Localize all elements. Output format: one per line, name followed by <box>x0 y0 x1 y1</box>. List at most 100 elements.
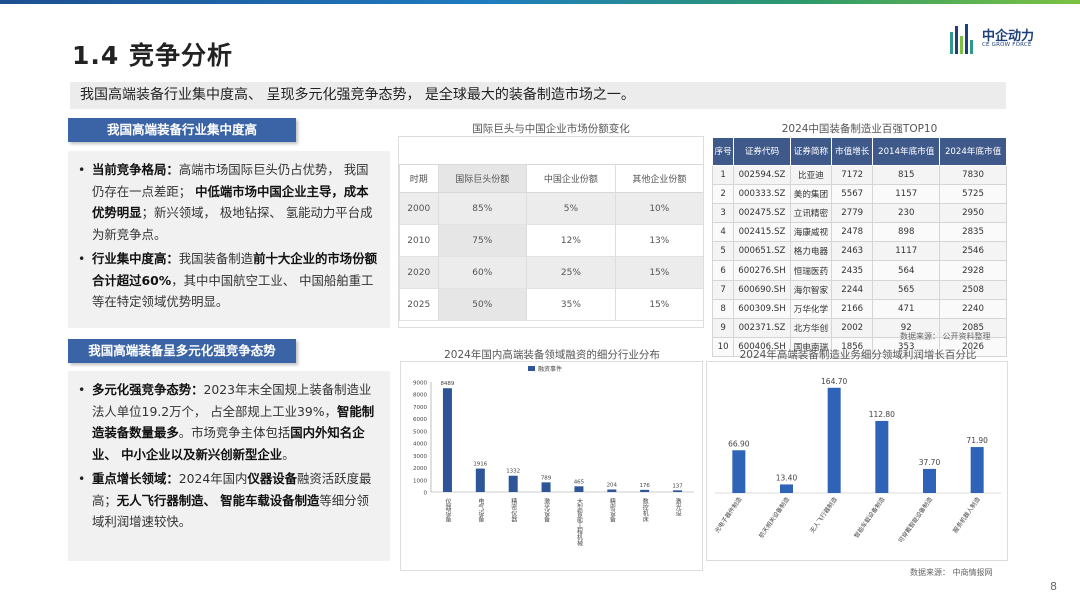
chart2-source: 数据来源： 中商情报网 <box>910 568 993 577</box>
data-label: 1916 <box>473 462 487 468</box>
bar <box>607 489 617 492</box>
table-header-cell: 2024年底市值 <box>939 137 1007 166</box>
data-label: 8489 <box>440 381 454 387</box>
table-header-cell: 2014年底市值 <box>872 137 941 166</box>
table-header-cell: 其他企业份额 <box>614 164 703 193</box>
chart1-frame: 0 1000 2000 3000 4000 5000 6000 7000 8000 9000 融资事… <box>400 361 703 571</box>
y-tick-label: 6000 <box>413 417 427 423</box>
x-tick-label: 精密设备 <box>608 497 615 523</box>
table-cell: 002415.SZ <box>733 222 791 243</box>
section-box-diversified: 多元化强竞争态势：2023年末全国规上装备制造业法人单位19.2万个， 占全部规… <box>68 371 390 561</box>
bullet-label: 当前竞争格局： <box>92 162 179 177</box>
bar <box>780 484 793 493</box>
table-cell: 7 <box>711 279 735 300</box>
table-cell: 2000 <box>399 192 438 225</box>
bar <box>875 420 889 493</box>
table-header-cell: 证券简称 <box>789 137 833 166</box>
x-tick-label: 光电子器件制造 <box>713 496 744 535</box>
table-cell: 50% <box>437 288 527 321</box>
table-cell: 565 <box>872 279 941 300</box>
company-logo: 中企动力 CE GROW FORCE <box>950 22 1045 58</box>
bar <box>640 489 650 492</box>
section-tag-concentration: 我国高端装备行业集中度高 <box>68 118 296 142</box>
table-header-cell: 市值增长 <box>831 137 874 166</box>
top10-table-title: 2024中国装备制造业百强TOP10 <box>781 123 938 135</box>
table-row: 5 000651.SZ 格力电器 2463 1117 2546 <box>711 241 1007 262</box>
table-cell: 万华化学 <box>789 298 833 319</box>
y-tick-label: 0 <box>424 491 428 497</box>
x-tick-label: 激光设 <box>674 497 681 517</box>
table-cell: 海康威视 <box>789 222 833 243</box>
y-tick-label: 7000 <box>413 405 427 411</box>
table-cell: 2244 <box>831 279 874 300</box>
x-tick-label: 电气设备 <box>477 497 484 523</box>
table-header-cell: 中国企业份额 <box>526 164 616 193</box>
bar <box>508 475 518 492</box>
table-row: 7 600690.SH 海尔智家 2244 565 2508 <box>711 279 1007 300</box>
y-tick-label: 1000 <box>413 478 427 484</box>
table-cell: 002371.SZ <box>733 317 791 338</box>
table-cell: 9 <box>711 317 735 338</box>
table-cell: 美的集团 <box>789 184 833 205</box>
bullet-text: 。 <box>282 446 295 462</box>
bullet-highlight: 无人飞行器制造、 智能车载设备制造 <box>116 492 320 508</box>
table-header-cell: 证券代码 <box>733 137 791 166</box>
table-row: 2020 60% 25% 15% <box>399 256 703 289</box>
data-label: 204 <box>607 483 618 489</box>
table-cell: 471 <box>872 298 941 319</box>
x-tick-label: 仪器设备 <box>444 498 451 523</box>
x-tick-label: 服务机器人制造 <box>951 496 982 535</box>
table-cell: 15% <box>614 256 703 289</box>
table-cell: 2166 <box>831 298 874 319</box>
logo-subtitle: CE GROW FORCE <box>982 42 1032 48</box>
table-header-cell: 时期 <box>399 164 438 193</box>
table-cell: 600309.SH <box>733 298 791 319</box>
table-row: 4 002415.SZ 海康威视 2478 898 2835 <box>711 222 1007 243</box>
bullet-concentration: 行业集中度高：我国装备制造前十大企业的市场份额合计超过60%，其中中国航空工业、… <box>76 248 380 313</box>
profit-growth-bar-chart: 66.90 光电子器件制造 13.40 航天相关设备制造 164.70 无人飞行器制造 11… <box>713 377 1001 544</box>
table-cell: 2478 <box>831 222 874 243</box>
table-cell: 564 <box>872 260 941 281</box>
table-cell: 2928 <box>939 260 1007 281</box>
summary-banner: 我国高端装备行业集中度高、 呈现多元化强竞争态势， 是全球最大的装备制造市场之一… <box>70 82 1006 109</box>
table-row: 1 002594.SZ 比亚迪 7172 815 7830 <box>711 164 1007 186</box>
table-cell: 1 <box>711 164 735 186</box>
y-tick-label: 9000 <box>413 381 427 387</box>
bullet-label: 多元化强竞争态势： <box>92 382 204 397</box>
share-table-panel: 时期 国际巨头份额 中国企业份额 其他企业份额 2000 85% 5% 10% 2010 75%… <box>398 136 704 328</box>
share-table: 时期 国际巨头份额 中国企业份额 其他企业份额 2000 85% 5% 10% 2010 75%… <box>399 164 703 321</box>
table-cell: 4 <box>711 222 735 243</box>
section-box-concentration: 当前竞争格局：高端市场国际巨头仍占优势， 我国仍存在一点差距； 中低端市场中国企… <box>68 151 390 328</box>
table-row: 2010 75% 12% 13% <box>399 224 703 257</box>
table-cell: 格力电器 <box>789 241 833 262</box>
table-cell: 60% <box>437 256 527 289</box>
data-label: 164.70 <box>821 377 847 386</box>
bar <box>732 450 746 493</box>
bullet-growth-areas: 重点增长领域：2024年国内仪器设备融资活跃度最高；无人飞行器制造、 智能车载设… <box>76 468 380 533</box>
table-cell: 1117 <box>872 241 941 262</box>
table-cell: 2435 <box>831 260 874 281</box>
financing-bar-chart: 0 1000 2000 3000 4000 5000 6000 7000 8000 9000 融资事… <box>413 365 694 547</box>
table-cell: 7830 <box>939 164 1007 186</box>
page-number: 8 <box>1050 580 1057 593</box>
table-cell: 25% <box>526 256 616 289</box>
y-tick-label: 3000 <box>413 454 427 460</box>
table-cell: 2950 <box>939 203 1007 224</box>
table-header-row: 序号 证券代码 证券简称 市值增长 2014年底市值 2024年底市值 <box>711 137 1007 166</box>
table-cell: 75% <box>437 224 527 257</box>
table-row: 2025 50% 35% 15% <box>399 288 703 321</box>
data-label: 71.90 <box>966 436 988 445</box>
table-header-cell: 国际巨头份额 <box>437 164 527 193</box>
table-cell: 815 <box>872 164 941 186</box>
table-row: 6 600276.SH 恒瑞医药 2435 564 2928 <box>711 260 1007 281</box>
table-header-cell: 序号 <box>711 137 735 166</box>
bar <box>541 482 551 492</box>
bullet-diversified: 多元化强竞争态势：2023年末全国规上装备制造业法人单位19.2万个， 占全部规… <box>76 379 380 465</box>
x-tick-label: 无人飞行器制造 <box>808 496 839 535</box>
table-cell: 000333.SZ <box>733 184 791 205</box>
table-cell: 15% <box>614 288 703 321</box>
table-cell: 2463 <box>831 241 874 262</box>
bullet-highlight: 仪器设备 <box>247 471 298 486</box>
table-cell: 13% <box>614 224 703 257</box>
table-cell: 600690.SH <box>733 279 791 300</box>
